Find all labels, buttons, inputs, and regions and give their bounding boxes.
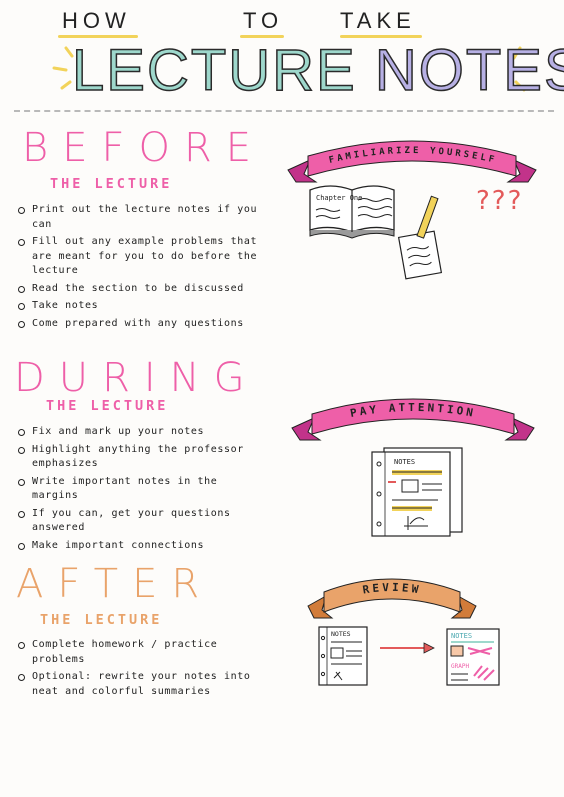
before-subheading: THE LECTURE <box>50 176 173 192</box>
arrow-right-icon <box>380 642 435 654</box>
summary-notes-label: NOTES <box>451 632 472 640</box>
page-title: LECTURE NOTES <box>71 37 564 108</box>
notes-label: NOTES <box>394 458 415 466</box>
notes-before-icon: NOTES <box>318 626 368 686</box>
question-marks: ??? <box>476 186 524 216</box>
book-icon: Chapter One <box>309 185 395 239</box>
title-word-how: HOW <box>62 8 131 33</box>
list-item: Come prepared with any questions <box>18 317 268 332</box>
list-item: Fill out any example problems that are m… <box>18 235 268 279</box>
book-label: Chapter One <box>316 194 362 202</box>
colorful-summary-icon: NOTES GRAPH <box>446 628 500 686</box>
list-item: Read the section to be discussed <box>18 282 268 297</box>
title-word-take: TAKE <box>340 8 416 33</box>
list-item: Take notes <box>18 299 268 314</box>
review-banner: REVIEW <box>307 578 477 619</box>
pay-attention-banner: PAY ATTENTION <box>291 398 535 441</box>
before-list: Print out the lecture notes if you can F… <box>18 203 268 334</box>
list-item: Fix and mark up your notes <box>18 425 268 440</box>
after-heading: AFTER <box>16 561 214 607</box>
list-item: Make important connections <box>18 539 268 554</box>
graph-label: GRAPH <box>451 663 469 670</box>
list-item: Complete homework / practice problems <box>18 638 268 667</box>
list-item: Print out the lecture notes if you can <box>18 203 268 232</box>
title-word-to: TO <box>243 8 284 33</box>
after-list: Complete homework / practice problems Op… <box>18 638 268 702</box>
list-item: Optional: rewrite your notes into neat a… <box>18 670 268 699</box>
after-subheading: THE LECTURE <box>40 612 163 628</box>
notes-page-icon: NOTES <box>371 447 463 537</box>
pencil-paper-icon <box>397 195 443 280</box>
during-subheading: THE LECTURE <box>46 398 169 414</box>
title-word-notes: NOTES <box>374 37 564 104</box>
title-prefix: HOW TO TAKE <box>0 4 564 40</box>
list-item: If you can, get your questions answered <box>18 507 268 536</box>
list-item: Highlight anything the professor emphasi… <box>18 443 268 472</box>
divider <box>14 110 554 112</box>
title-word-lecture: LECTURE <box>71 37 357 104</box>
during-list: Fix and mark up your notes Highlight any… <box>18 425 268 556</box>
during-heading: DURING <box>14 355 259 401</box>
notes-label: NOTES <box>331 630 351 638</box>
before-heading: BEFORE <box>22 125 266 171</box>
list-item: Write important notes in the margins <box>18 475 268 504</box>
